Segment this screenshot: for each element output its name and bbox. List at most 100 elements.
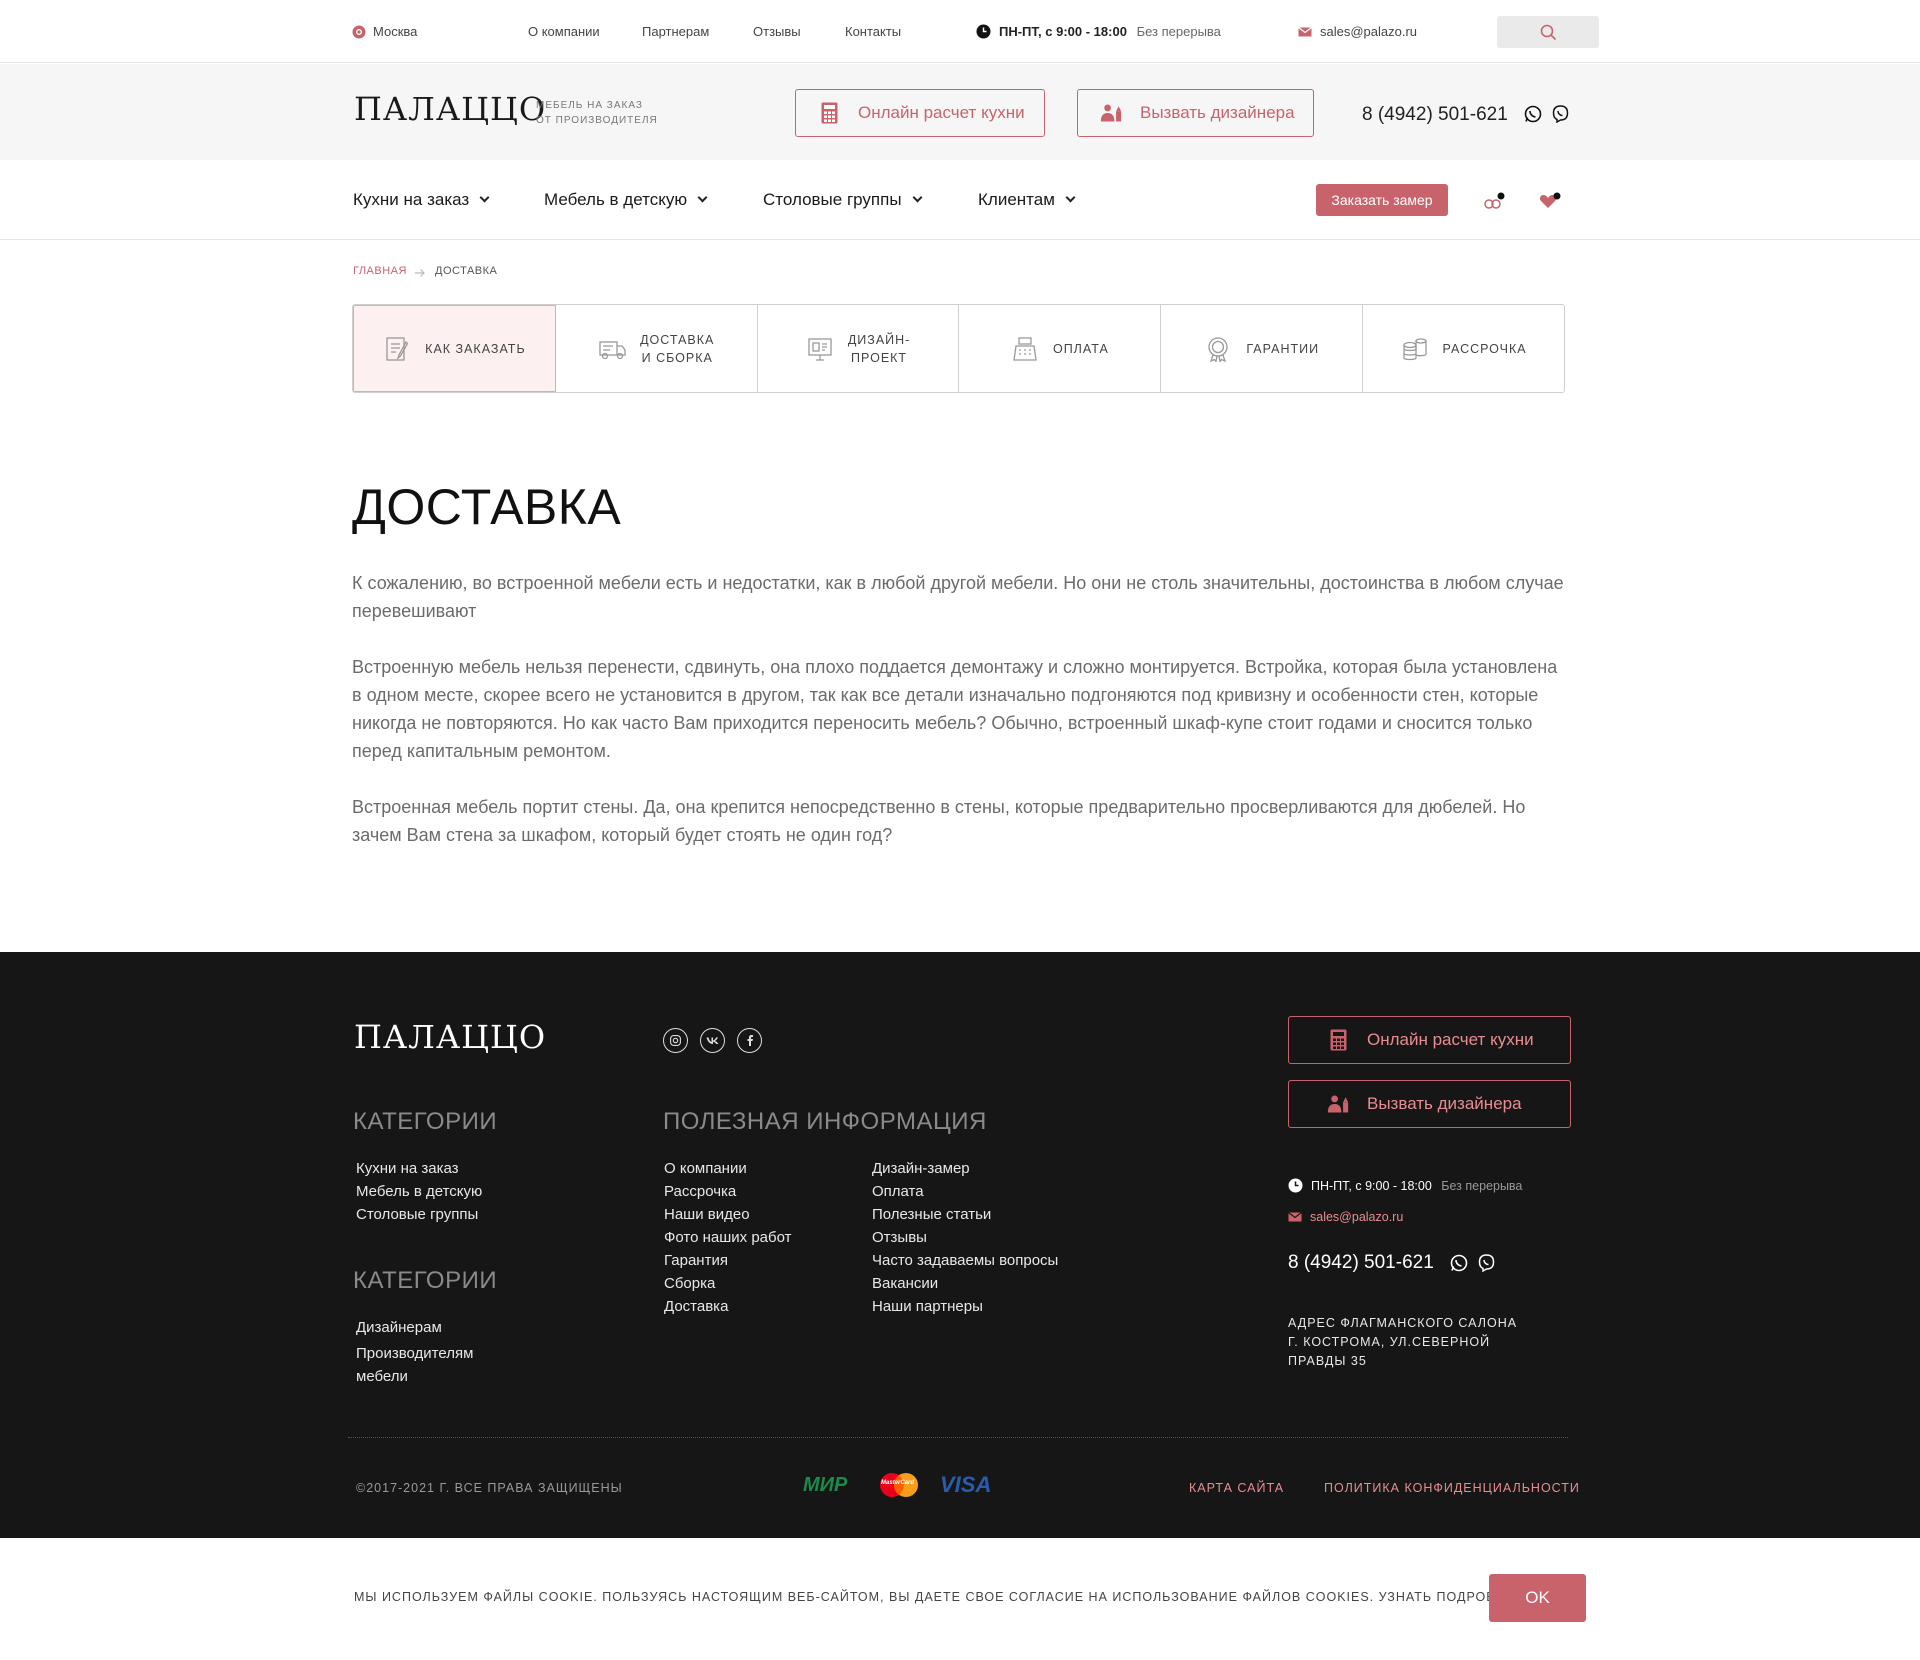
nav-kitchens[interactable]: Кухни на заказ: [353, 190, 490, 210]
viber-icon[interactable]: [1478, 1254, 1495, 1277]
footer-info-link[interactable]: Фото наших работ: [664, 1229, 792, 1246]
payment-visa-logo: VISA: [940, 1472, 991, 1498]
footer-address: АДРЕС ФЛАГМАНСКОГО САЛОНА Г. КОСТРОМА, У…: [1288, 1314, 1517, 1371]
footer-info-link[interactable]: Часто задаваемы вопросы: [872, 1252, 1058, 1269]
footer-category-link[interactable]: Столовые группы: [356, 1206, 478, 1223]
footer-hours-text: ПН-ПТ, с 9:00 - 18:00: [1311, 1179, 1432, 1193]
top-link-contacts[interactable]: Контакты: [845, 24, 901, 39]
viber-icon[interactable]: [1552, 105, 1569, 128]
footer-phone[interactable]: 8 (4942) 501-621: [1288, 1252, 1434, 1274]
tab-installment[interactable]: РАССРОЧКА: [1363, 305, 1564, 392]
tagline-line1: МЕБЕЛЬ НА ЗАКАЗ: [536, 100, 643, 111]
copyright: ©2017-2021 Г. ВСЕ ПРАВА ЗАЩИЩЕНЫ: [356, 1481, 623, 1495]
footer-info-link[interactable]: Отзывы: [872, 1229, 927, 1246]
tab-guarantees[interactable]: ГАРАНТИИ: [1161, 305, 1364, 392]
footer-kitchen-calc-label: Онлайн расчет кухни: [1367, 1030, 1534, 1049]
mastercard-label: MasterCard: [881, 1480, 915, 1486]
info-tabs: КАК ЗАКАЗАТЬ ДОСТАВКА И СБОРКА ДИЗАЙН- ПРО…: [352, 304, 1565, 393]
tab-payment[interactable]: ОПЛАТА: [959, 305, 1162, 392]
footer-call-designer-label: Вызвать дизайнера: [1367, 1094, 1522, 1113]
whatsapp-icon[interactable]: [1450, 1254, 1468, 1277]
footer-category2-link[interactable]: Дизайнерам: [356, 1319, 442, 1336]
footer-info-link[interactable]: Наши видео: [664, 1206, 750, 1223]
payment-mir-logo: МИР: [803, 1474, 847, 1497]
tab-label-line1: ДИЗАЙН-: [847, 332, 911, 347]
chevron-down-icon: [479, 192, 490, 203]
footer: [0, 952, 1920, 1538]
mail-icon: [1298, 25, 1312, 40]
email-link[interactable]: sales@palazo.ru: [1298, 24, 1417, 40]
order-icon: [383, 335, 411, 363]
footer-call-designer-button[interactable]: Вызвать дизайнера: [1288, 1080, 1571, 1128]
header-phone[interactable]: 8 (4942) 501-621: [1362, 104, 1508, 126]
calculator-icon: [1327, 1029, 1349, 1051]
facebook-icon[interactable]: [737, 1028, 762, 1053]
footer-email-link[interactable]: sales@palazo.ru: [1288, 1210, 1403, 1225]
footer-info-link[interactable]: О компании: [664, 1160, 747, 1177]
tagline-line2: ОТ ПРОИЗВОДИТЕЛЯ: [536, 115, 658, 126]
address-line1: АДРЕС ФЛАГМАНСКОГО САЛОНА: [1288, 1316, 1518, 1330]
search-icon: [1540, 24, 1557, 46]
nav-kitchens-label: Кухни на заказ: [353, 190, 470, 209]
footer-info-link[interactable]: Полезные статьи: [872, 1206, 991, 1223]
sitemap-link[interactable]: КАРТА САЙТА: [1189, 1481, 1284, 1495]
tab-label-line2: И СБОРКА: [641, 350, 713, 365]
breadcrumb-home[interactable]: ГЛАВНАЯ: [353, 265, 407, 277]
nav-dining[interactable]: Столовые группы: [763, 190, 922, 210]
top-link-about[interactable]: О компании: [528, 24, 600, 39]
search-button[interactable]: [1497, 16, 1599, 48]
footer-category-link[interactable]: Мебель в детскую: [356, 1183, 482, 1200]
guarantee-icon: [1204, 335, 1232, 363]
tab-label-line1: ГАРАНТИИ: [1246, 341, 1320, 356]
city-label: Москва: [373, 24, 418, 39]
designer-icon: [1100, 102, 1122, 124]
cash-register-icon: [1011, 335, 1039, 363]
nav-kids-label: Мебель в детскую: [544, 190, 688, 209]
paragraph-1: К сожалению, во встроенной мебели есть и…: [352, 573, 1564, 621]
mail-icon: [1288, 1211, 1302, 1225]
nav-kids[interactable]: Мебель в детскую: [544, 190, 708, 210]
email-text: sales@palazo.ru: [1320, 24, 1418, 39]
hours-note: Без перерыва: [1136, 24, 1221, 39]
top-bar: Москва О компании Партнерам Отзывы Конта…: [0, 0, 1920, 63]
instagram-icon[interactable]: [663, 1028, 688, 1053]
footer-info-link[interactable]: Вакансии: [872, 1275, 938, 1292]
header: ПАЛАЦЦО МЕБЕЛЬ НА ЗАКАЗ ОТ ПРОИЗВОДИТЕЛЯ…: [0, 64, 1920, 160]
visa-label: VISA: [940, 1472, 992, 1497]
tab-how-to-order[interactable]: КАК ЗАКАЗАТЬ: [353, 305, 556, 392]
footer-info-link[interactable]: Рассрочка: [664, 1183, 736, 1200]
tab-design-project[interactable]: ДИЗАЙН- ПРОЕКТ: [758, 305, 960, 392]
footer-work-hours: ПН-ПТ, с 9:00 - 18:00 Без перерыва: [1288, 1178, 1522, 1196]
call-designer-label: Вызвать дизайнера: [1140, 103, 1295, 122]
kitchen-calc-button[interactable]: Онлайн расчет кухни: [795, 89, 1045, 137]
logo[interactable]: ПАЛАЦЦО: [354, 90, 546, 128]
tab-delivery[interactable]: ДОСТАВКА И СБОРКА: [556, 305, 758, 392]
footer-info-link[interactable]: Наши партнеры: [872, 1298, 983, 1315]
nav-clients[interactable]: Клиентам: [978, 190, 1076, 210]
whatsapp-icon[interactable]: [1524, 105, 1542, 128]
footer-info-link[interactable]: Оплата: [872, 1183, 924, 1200]
footer-category-link[interactable]: Кухни на заказ: [356, 1160, 459, 1177]
call-designer-button[interactable]: Вызвать дизайнера: [1077, 89, 1314, 137]
vk-icon[interactable]: [700, 1028, 725, 1053]
clock-icon: [1288, 1178, 1303, 1196]
footer-info-link[interactable]: Гарантия: [664, 1252, 728, 1269]
top-link-partners[interactable]: Партнерам: [642, 24, 709, 39]
city-selector[interactable]: Москва: [352, 24, 417, 42]
tab-label: ДОСТАВКА И СБОРКА: [640, 331, 714, 367]
compare-icon[interactable]: [1484, 192, 1506, 215]
favorites-icon[interactable]: [1539, 192, 1561, 215]
tab-label-line1: КАК ЗАКАЗАТЬ: [425, 341, 526, 356]
footer-category2-link[interactable]: Производителям мебели: [356, 1342, 486, 1388]
top-link-reviews[interactable]: Отзывы: [753, 24, 801, 39]
footer-info-link[interactable]: Дизайн-замер: [872, 1160, 970, 1177]
footer-kitchen-calc-button[interactable]: Онлайн расчет кухни: [1288, 1016, 1571, 1064]
footer-info-link[interactable]: Доставка: [664, 1298, 728, 1315]
privacy-link[interactable]: ПОЛИТИКА КОНФИДЕНЦИАЛЬНОСТИ: [1324, 1481, 1580, 1495]
cookie-ok-button[interactable]: OK: [1489, 1574, 1586, 1622]
footer-logo[interactable]: ПАЛАЦЦО: [354, 1018, 546, 1056]
clock-icon: [976, 24, 991, 42]
footer-info-link[interactable]: Сборка: [664, 1275, 715, 1292]
address-line2: Г. КОСТРОМА, УЛ.СЕВЕРНОЙ: [1288, 1335, 1491, 1349]
order-measure-button[interactable]: Заказать замер: [1316, 184, 1448, 216]
